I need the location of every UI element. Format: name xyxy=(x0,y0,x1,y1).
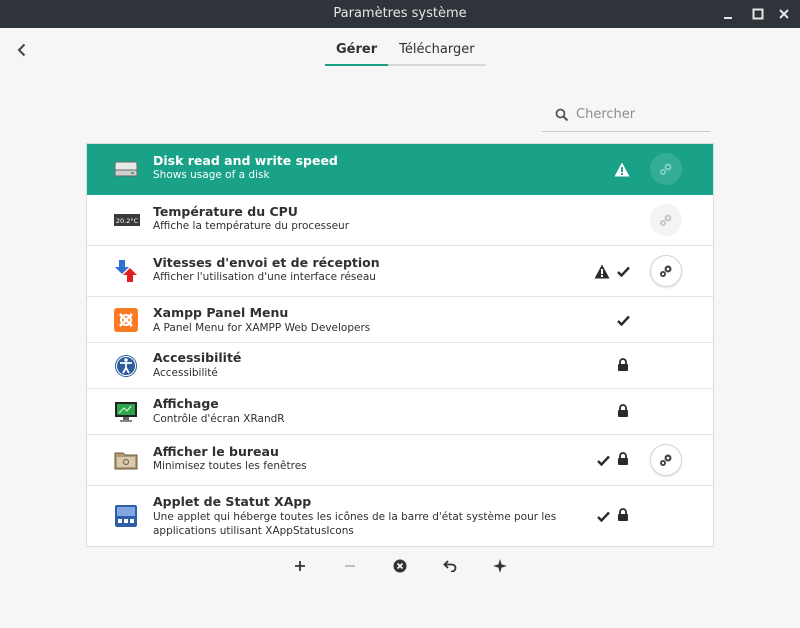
maximize-button[interactable] xyxy=(748,4,768,24)
lock-icon xyxy=(615,451,631,467)
applet-name: Xampp Panel Menu xyxy=(153,305,289,320)
gear-icon xyxy=(660,214,672,226)
show-desktop-icon xyxy=(113,447,139,473)
applet-name: Disk read and write speed xyxy=(153,153,338,168)
applet-description: Contrôle d'écran XRandR xyxy=(153,413,285,425)
tab-manage[interactable]: Gérer xyxy=(325,36,389,66)
applet-description: Minimisez toutes les fenêtres xyxy=(153,460,307,472)
applet-name: Applet de Statut XApp xyxy=(153,494,312,509)
search-box xyxy=(542,98,710,132)
title-bar: Paramètres système xyxy=(0,0,800,28)
more-applets-icon xyxy=(493,559,507,573)
applet-row[interactable]: Accessibilité Accessibilité xyxy=(87,343,713,389)
display-icon xyxy=(113,399,139,425)
minimize-icon xyxy=(724,17,732,19)
xampp-icon xyxy=(113,307,139,333)
tab-download[interactable]: Télécharger xyxy=(388,36,486,66)
applet-name: Affichage xyxy=(153,396,219,411)
applet-row[interactable]: Applet de Statut XApp Une applet qui héb… xyxy=(87,486,713,546)
network-arrows-icon xyxy=(113,258,139,284)
gear-icon xyxy=(660,265,672,277)
window-title: Paramètres système xyxy=(333,6,467,21)
svg-text:20.2°C: 20.2°C xyxy=(116,217,139,225)
minimize-button[interactable] xyxy=(718,4,738,24)
lock-icon xyxy=(615,507,631,523)
maximize-icon xyxy=(752,8,764,20)
applet-description: A Panel Menu for XAMPP Web Developers xyxy=(153,322,371,334)
close-icon xyxy=(779,9,789,19)
check-icon xyxy=(595,452,611,468)
applet-name: Accessibilité xyxy=(153,350,242,365)
lock-icon xyxy=(615,403,631,419)
disk-drive-icon xyxy=(113,156,139,182)
uninstall-icon xyxy=(393,559,407,573)
configure-button xyxy=(650,153,682,185)
applet-row[interactable]: Disk read and write speed Shows usage of… xyxy=(87,144,713,195)
applet-row[interactable]: Vitesses d'envoi et de réception Affiche… xyxy=(87,246,713,297)
applet-name: Vitesses d'envoi et de réception xyxy=(153,255,380,270)
applet-description: Afficher l'utilisation d'une interface r… xyxy=(153,271,376,283)
search-input[interactable] xyxy=(576,107,706,122)
applet-name: Afficher le bureau xyxy=(153,444,279,459)
remove-icon xyxy=(345,565,355,567)
more-applets-button[interactable] xyxy=(488,554,512,578)
add-icon xyxy=(295,561,305,571)
applet-row[interactable]: Afficher le bureau Minimisez toutes les … xyxy=(87,435,713,486)
search-icon xyxy=(551,104,573,126)
applet-description: Shows usage of a disk xyxy=(153,169,270,181)
gear-icon xyxy=(660,163,672,175)
check-icon xyxy=(595,508,611,524)
applet-description: Accessibilité xyxy=(153,367,218,379)
applet-row[interactable]: 20.2°C Température du CPU Affiche la tem… xyxy=(87,195,713,246)
cpu-temperature-icon: 20.2°C xyxy=(113,207,141,233)
close-window-button[interactable] xyxy=(774,4,794,24)
configure-button[interactable] xyxy=(650,255,682,287)
applet-row[interactable]: Xampp Panel Menu A Panel Menu for XAMPP … xyxy=(87,297,713,343)
applet-description: Une applet qui héberge toutes les icônes… xyxy=(153,511,557,537)
check-icon xyxy=(615,263,631,279)
tab-bar: Gérer Télécharger xyxy=(325,36,486,66)
check-icon xyxy=(615,312,631,328)
applet-row[interactable]: Affichage Contrôle d'écran XRandR xyxy=(87,389,713,435)
configure-button xyxy=(650,204,682,236)
warning-icon xyxy=(594,263,610,279)
xapp-status-icon xyxy=(113,503,139,529)
restore-button[interactable] xyxy=(438,554,462,578)
back-button[interactable] xyxy=(12,40,32,60)
warning-icon xyxy=(614,161,630,177)
applet-list: Disk read and write speed Shows usage of… xyxy=(86,143,714,547)
uninstall-button[interactable] xyxy=(388,554,412,578)
configure-button[interactable] xyxy=(650,444,682,476)
remove-button xyxy=(338,554,362,578)
gear-icon xyxy=(660,454,672,466)
lock-icon xyxy=(615,357,631,373)
restore-icon xyxy=(443,560,457,572)
applet-description: Affiche la température du processeur xyxy=(153,220,350,232)
chevron-left-icon xyxy=(17,43,26,57)
applet-name: Température du CPU xyxy=(153,204,298,219)
accessibility-icon xyxy=(113,353,139,379)
add-button[interactable] xyxy=(288,554,312,578)
